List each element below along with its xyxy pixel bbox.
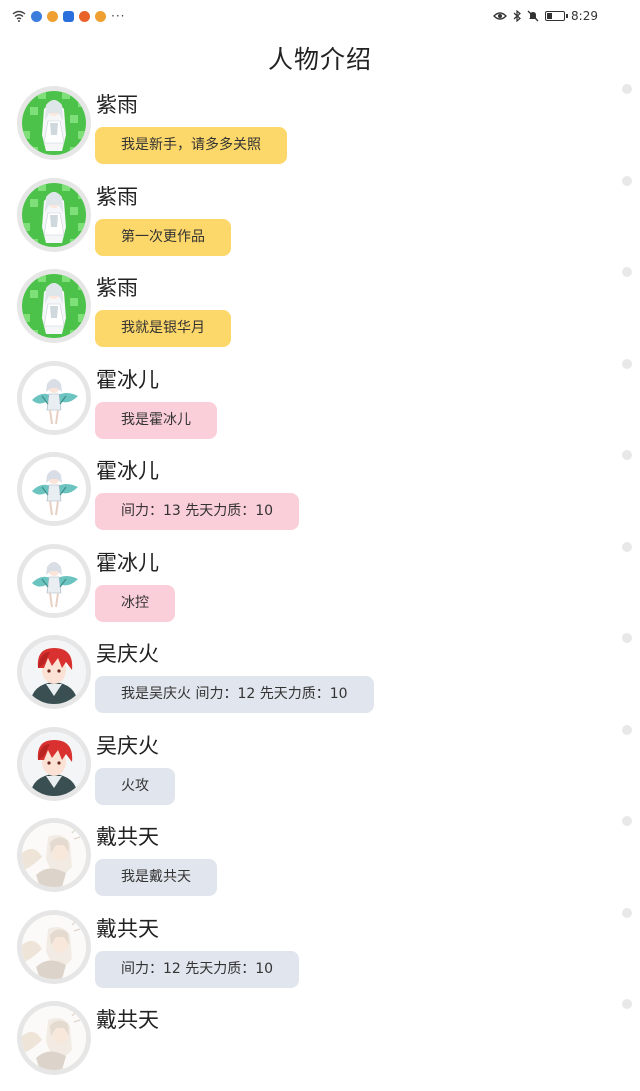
character-name: 戴共天 bbox=[96, 825, 159, 849]
more-notifications-icon: ··· bbox=[111, 9, 126, 23]
status-bar-left-icons: ··· bbox=[12, 10, 125, 22]
avatar bbox=[17, 909, 91, 984]
scroll-dot bbox=[622, 450, 632, 460]
scroll-dot bbox=[622, 816, 632, 826]
message-bubble: 我就是银华月 bbox=[95, 310, 231, 347]
page-title: 人物介绍 bbox=[267, 45, 372, 74]
shield-icon bbox=[63, 10, 74, 22]
character-name: 紫雨 bbox=[96, 276, 138, 300]
character-row[interactable]: 霍冰儿 我是霍冰儿 bbox=[0, 359, 640, 451]
character-name: 霍冰儿 bbox=[96, 367, 159, 392]
status-bar: ··· 8:29 bbox=[0, 0, 640, 36]
status-bar-right-icons: 8:29 bbox=[493, 9, 598, 23]
avatar bbox=[17, 360, 91, 435]
avatar bbox=[17, 269, 91, 343]
eye-icon bbox=[493, 12, 507, 20]
character-name: 吴庆火 bbox=[96, 642, 159, 666]
avatar bbox=[17, 1001, 91, 1075]
character-row[interactable]: 霍冰儿间力：13 先天力质：10 bbox=[0, 450, 640, 542]
avatar-ziyu bbox=[22, 182, 86, 247]
character-row[interactable]: 戴共天 我是戴共天 bbox=[0, 816, 640, 908]
message-bubble: 冰控 bbox=[95, 584, 175, 622]
message-bubble: 我是霍冰儿 bbox=[95, 401, 217, 439]
character-name: 霍冰儿 bbox=[96, 459, 159, 483]
browser-icon bbox=[31, 10, 42, 22]
character-row[interactable]: 戴共天间力：12 先天力质：10 bbox=[0, 908, 640, 1000]
avatar-daigongtian bbox=[22, 823, 86, 887]
avatar bbox=[17, 543, 91, 618]
character-row[interactable]: 霍冰儿 冰控 bbox=[0, 542, 640, 634]
message-bubble: 我是新手，请多多关照 bbox=[95, 127, 287, 164]
wifi-icon bbox=[12, 10, 26, 22]
character-name: 霍冰儿 bbox=[96, 550, 159, 575]
character-row[interactable]: 紫雨 第一次更作品 bbox=[0, 176, 640, 268]
weibo-icon bbox=[79, 10, 90, 22]
avatar-daigongtian bbox=[22, 914, 86, 979]
avatar-ziyu bbox=[22, 91, 86, 155]
avatar bbox=[17, 177, 91, 252]
scroll-dot bbox=[622, 267, 632, 277]
character-name: 紫雨 bbox=[96, 184, 138, 209]
message-bubble: 我是吴庆火 间力：12 先天力质：10 bbox=[95, 676, 374, 713]
scroll-dot bbox=[622, 724, 632, 735]
avatar bbox=[17, 635, 91, 709]
scroll-dot bbox=[622, 541, 632, 552]
message-bubble: 间力：12 先天力质：10 bbox=[95, 950, 300, 988]
character-name: 戴共天 bbox=[96, 916, 159, 941]
avatar-wuqinghuo bbox=[22, 731, 86, 796]
avatar bbox=[17, 726, 91, 801]
character-row[interactable]: 吴庆火 火攻 bbox=[0, 725, 640, 817]
character-name: 吴庆火 bbox=[96, 733, 159, 758]
avatar-daigongtian bbox=[22, 1006, 86, 1070]
avatar-huobinger bbox=[22, 457, 86, 521]
battery-level bbox=[547, 13, 553, 19]
avatar-wuqinghuo bbox=[22, 640, 86, 704]
status-time: 8:29 bbox=[571, 9, 598, 23]
battery-icon bbox=[545, 11, 569, 21]
character-row[interactable]: 紫雨 我就是银华月 bbox=[0, 267, 640, 359]
scroll-dot bbox=[622, 84, 632, 94]
scroll-dot bbox=[622, 633, 632, 643]
avatar bbox=[17, 86, 91, 160]
character-row[interactable]: 紫雨我是新手，请多多关照 bbox=[0, 84, 640, 176]
avatar-huobinger bbox=[22, 548, 86, 613]
character-name: 戴共天 bbox=[96, 1008, 159, 1032]
weibo-icon bbox=[47, 10, 58, 22]
scroll-dot bbox=[622, 175, 632, 186]
bluetooth-icon bbox=[513, 10, 521, 22]
avatar bbox=[17, 818, 91, 892]
character-list[interactable]: 紫雨 我是新手，请多多关照 紫雨 第一次更作品 紫雨 我就是银华月 霍冰儿 我是… bbox=[0, 84, 640, 1091]
scroll-dot bbox=[622, 907, 632, 918]
avatar-ziyu bbox=[22, 274, 86, 338]
message-bubble: 第一次更作品 bbox=[95, 218, 231, 256]
avatar bbox=[17, 452, 91, 526]
mute-icon bbox=[527, 10, 539, 22]
character-row[interactable]: 戴共天 bbox=[0, 999, 640, 1091]
message-bubble: 火攻 bbox=[95, 767, 175, 805]
character-name: 紫雨 bbox=[96, 93, 138, 117]
message-bubble: 我是戴共天 bbox=[95, 859, 217, 896]
weibo-icon bbox=[95, 10, 106, 22]
avatar-huobinger bbox=[22, 365, 86, 430]
scroll-dot bbox=[622, 358, 632, 369]
scroll-dot bbox=[622, 999, 632, 1009]
message-bubble: 间力：13 先天力质：10 bbox=[95, 493, 300, 530]
character-row[interactable]: 吴庆火我是吴庆火 间力：12 先天力质：10 bbox=[0, 633, 640, 725]
